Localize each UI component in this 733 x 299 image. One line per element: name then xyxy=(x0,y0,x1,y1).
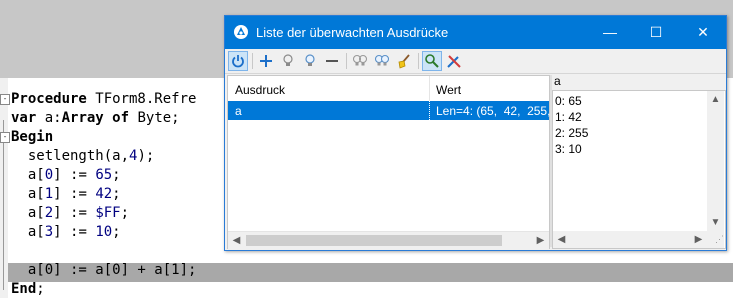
list-item[interactable]: 0: 65 xyxy=(555,94,582,108)
list-item[interactable]: 2: 255 xyxy=(555,126,588,140)
code-token: Byte; xyxy=(129,110,180,126)
code-token: ; xyxy=(112,167,121,183)
remove-icon[interactable] xyxy=(322,51,342,71)
row-expression: a xyxy=(235,104,242,118)
code-token: a[ xyxy=(11,205,45,221)
toolbar-separator xyxy=(418,53,419,69)
add-icon[interactable] xyxy=(256,51,276,71)
number-token: 1 xyxy=(44,186,54,202)
number-token: 3 xyxy=(44,224,54,240)
code-line[interactable]: a[0] := a[0] + a[1]; xyxy=(11,261,197,280)
group-on-icon[interactable] xyxy=(372,51,392,71)
code-token: ; xyxy=(120,205,130,221)
toolbar-separator xyxy=(346,53,347,69)
fold-toggle-icon[interactable]: - xyxy=(0,132,10,143)
list-header: Ausdruck Wert xyxy=(228,76,549,103)
lightbulb-off-icon[interactable] xyxy=(278,51,298,71)
toolbar xyxy=(225,49,726,74)
code-line[interactable]: a[2] := $FF; xyxy=(11,204,196,223)
scroll-left-icon[interactable]: ◀ xyxy=(228,232,245,249)
broom-icon[interactable] xyxy=(394,51,414,71)
title-bar[interactable]: Liste der überwachten Ausdrücke — ☐ ✕ xyxy=(225,16,726,49)
watch-list-window[interactable]: Liste der überwachten Ausdrücke — ☐ ✕ Au… xyxy=(224,15,727,251)
scroll-up-icon[interactable]: ▲ xyxy=(707,91,724,108)
number-token: 2 xyxy=(44,205,54,221)
power-icon[interactable] xyxy=(228,51,248,71)
editor-gutter xyxy=(0,78,8,298)
scroll-right-icon[interactable]: ▶ xyxy=(690,231,707,248)
horizontal-scrollbar[interactable]: ◀ ▶ xyxy=(228,231,549,249)
code-token: a[ xyxy=(11,224,45,240)
table-row[interactable]: a Len=4: (65, 42, 255, xyxy=(228,101,551,120)
fold-guide xyxy=(3,120,4,290)
keyword-token: Procedure xyxy=(11,91,87,107)
code-token: a[ xyxy=(11,186,45,202)
number-token: 10 xyxy=(95,224,113,240)
code-line[interactable]: setlength(a,4); xyxy=(11,147,196,166)
number-token: 65 xyxy=(95,167,113,183)
code-token: ] := xyxy=(53,186,96,202)
toolbar-separator xyxy=(252,53,253,69)
column-header-expression[interactable]: Ausdruck xyxy=(235,83,285,97)
detail-label: a xyxy=(554,74,561,88)
code-token: ; xyxy=(112,224,121,240)
code-token: ] := xyxy=(53,205,96,221)
code-line[interactable]: a[0] := 65; xyxy=(11,166,196,185)
lightbulb-on-icon[interactable] xyxy=(300,51,320,71)
detail-horizontal-scrollbar[interactable]: ◀ ▶ xyxy=(553,231,707,248)
code-token: TForm8.Refre xyxy=(86,91,197,107)
group-off-icon[interactable] xyxy=(350,51,370,71)
keyword-token: var xyxy=(11,110,37,126)
maximize-button[interactable]: ☐ xyxy=(633,16,679,49)
code-token: ); xyxy=(137,148,155,164)
number-token: 0 xyxy=(44,167,54,183)
code-token: setlength(a, xyxy=(11,148,130,164)
list-item[interactable]: 3: 10 xyxy=(555,142,582,156)
vertical-scrollbar[interactable]: ▲ ▼ xyxy=(707,91,724,231)
code-line[interactable]: - Begin xyxy=(0,128,196,147)
app-icon xyxy=(234,25,248,39)
window-title: Liste der überwachten Ausdrücke xyxy=(256,25,449,40)
number-token: $FF xyxy=(95,205,121,221)
number-token: 42 xyxy=(95,186,113,202)
code-token: a: xyxy=(36,110,62,126)
minimize-button[interactable]: — xyxy=(587,16,633,49)
close-button[interactable]: ✕ xyxy=(680,16,726,49)
code-token: ] := xyxy=(53,167,96,183)
watch-list[interactable]: Ausdruck Wert a Len=4: (65, 42, 255, ◀ ▶ xyxy=(227,75,550,249)
code-line[interactable]: End; xyxy=(11,280,196,299)
code-token: a[0] := a[0] + a[1]; xyxy=(11,262,197,278)
column-divider[interactable] xyxy=(429,76,430,102)
keyword-token: Begin xyxy=(11,129,54,145)
detail-list[interactable]: 0: 65 1: 42 2: 255 3: 10 ▲ ▼ ◀ ▶ ⋰ xyxy=(552,90,726,249)
code-line[interactable]: a[3] := 10; xyxy=(11,223,196,242)
keyword-token: Array of xyxy=(61,110,130,126)
code-token: ; xyxy=(36,281,45,297)
code-token: ; xyxy=(112,186,121,202)
scrollbar-thumb[interactable] xyxy=(246,235,502,246)
scroll-down-icon[interactable]: ▼ xyxy=(707,214,724,231)
scroll-left-icon[interactable]: ◀ xyxy=(553,231,570,248)
code-line[interactable]: - Procedure TForm8.Refre xyxy=(0,90,197,109)
column-header-value[interactable]: Wert xyxy=(436,83,461,97)
row-value: Len=4: (65, 42, 255, xyxy=(436,104,551,118)
list-item[interactable]: 1: 42 xyxy=(555,110,582,124)
code-token: ] := xyxy=(53,224,96,240)
code-line[interactable] xyxy=(11,242,196,261)
fold-toggle-icon[interactable]: - xyxy=(0,94,10,105)
resize-grip-icon[interactable]: ⋰ xyxy=(707,231,724,248)
keyword-token: End xyxy=(11,281,37,297)
inspect-icon[interactable] xyxy=(422,51,442,71)
tools-icon[interactable] xyxy=(444,51,464,71)
code-line[interactable]: var a:Array of Byte; xyxy=(11,109,196,128)
code-line[interactable]: a[1] := 42; xyxy=(11,185,196,204)
scroll-right-icon[interactable]: ▶ xyxy=(532,232,549,249)
code-text[interactable]: - Procedure TForm8.Refre var a:Array of By… xyxy=(0,90,197,299)
row-divider xyxy=(429,101,431,120)
code-token: a[ xyxy=(11,167,45,183)
